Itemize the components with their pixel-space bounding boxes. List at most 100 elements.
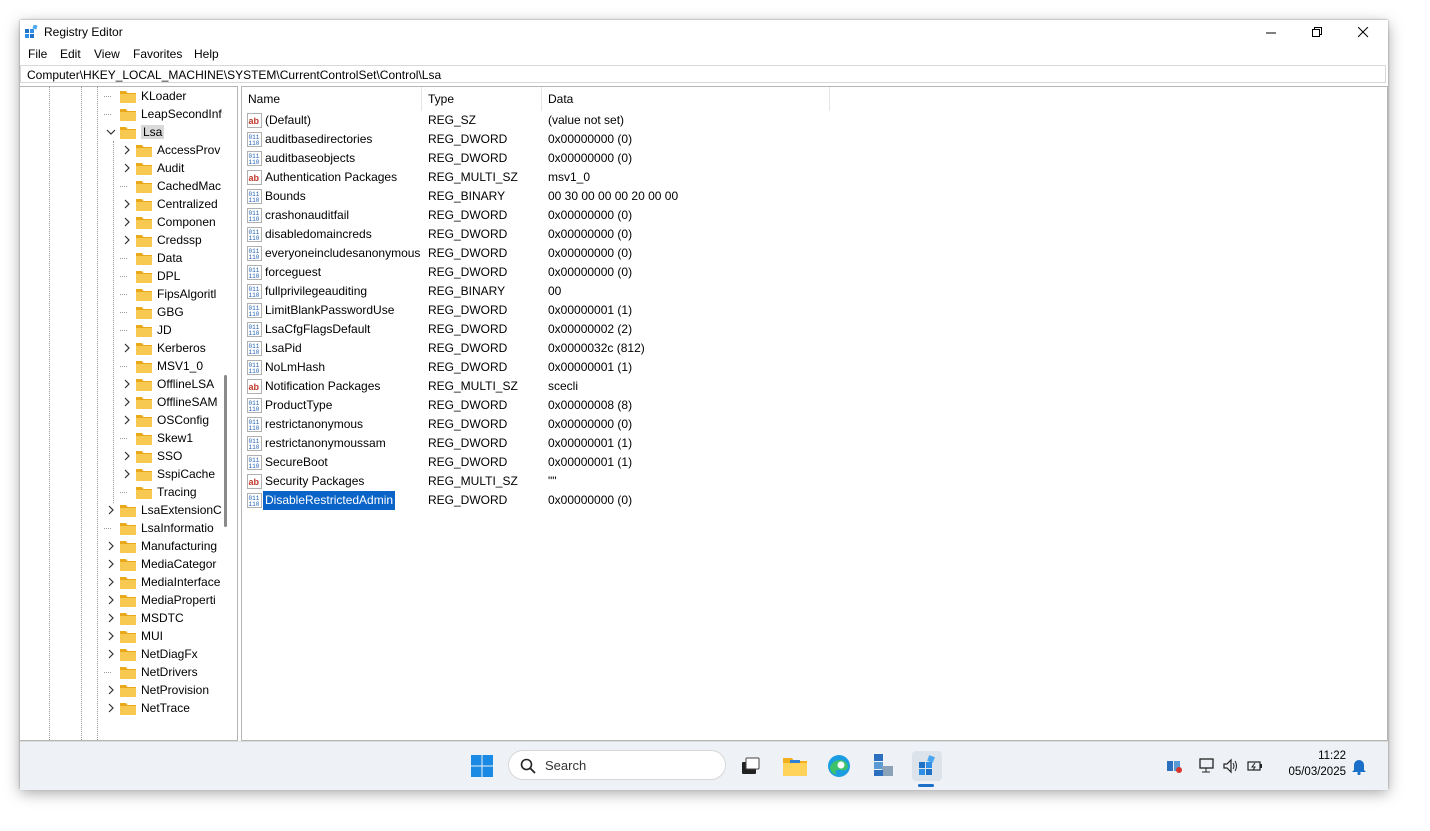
key-tree[interactable]: KLoader LeapSecondInf Lsa AccessProv Audit Ca… [20,86,238,741]
value-row[interactable]: 011 110 ProductType REG_DWORD 0x00000008 (8) [242,396,1382,415]
network-icon[interactable] [1196,751,1218,781]
close-button[interactable] [1340,20,1386,44]
edge-icon[interactable] [824,751,854,781]
tree-item-lsaextensionc[interactable]: LsaExtensionC [120,501,222,519]
value-row[interactable]: 011 110 everyoneincludesanonymous REG_DWORD… [242,244,1382,263]
tree-item-dpl[interactable]: DPL [136,267,180,285]
menu-file[interactable]: File [28,47,47,61]
tree-item-osconfig[interactable]: OSConfig [136,411,209,429]
chevron-right-icon[interactable] [106,577,116,587]
value-row[interactable]: ab Notification Packages REG_MULTI_SZ scecl… [242,377,1382,396]
menu-favorites[interactable]: Favorites [133,47,182,61]
chevron-right-icon[interactable] [122,397,132,407]
file-explorer-icon[interactable] [780,751,810,781]
taskbar-search-box[interactable]: Search [508,750,726,780]
column-header-data[interactable]: Data [542,87,830,111]
tree-item-cachedmac[interactable]: CachedMac [136,177,221,195]
tree-item-accessprov[interactable]: AccessProv [136,141,220,159]
tree-item-mui[interactable]: MUI [120,627,163,645]
value-row[interactable]: ab Security Packages REG_MULTI_SZ "" [242,472,1382,491]
minimize-button[interactable] [1248,20,1294,44]
value-row[interactable]: 011 110 Bounds REG_BINARY 00 30 00 00 00 20 … [242,187,1382,206]
chevron-right-icon[interactable] [106,631,116,641]
value-row[interactable]: 011 110 auditbasedirectories REG_DWORD 0x000… [242,130,1382,149]
value-row[interactable]: 011 110 DisableRestrictedAdmin REG_DWORD 0x0… [242,491,1382,510]
values-list[interactable]: Name Type Data ab (Default) REG_SZ (value n… [241,86,1388,741]
tree-item-netdiagfx[interactable]: NetDiagFx [120,645,198,663]
tree-item-lsa[interactable]: Lsa [120,123,165,141]
chevron-right-icon[interactable] [122,469,132,479]
chevron-right-icon[interactable] [106,703,116,713]
tree-vertical-scrollbar[interactable] [224,375,227,527]
value-row[interactable]: 011 110 auditbaseobjects REG_DWORD 0x0000000… [242,149,1382,168]
volume-icon[interactable] [1220,751,1242,781]
notification-bell-icon[interactable] [1348,751,1370,781]
tree-item-mediacategor[interactable]: MediaCategor [120,555,216,573]
chevron-right-icon[interactable] [122,415,132,425]
tree-item-jd[interactable]: JD [136,321,172,339]
tree-item-fipsalgoritl[interactable]: FipsAlgoritl [136,285,216,303]
chevron-right-icon[interactable] [122,199,132,209]
tree-item-nettrace[interactable]: NetTrace [120,699,190,717]
value-row[interactable]: 011 110 NoLmHash REG_DWORD 0x00000001 (1) [242,358,1382,377]
value-row[interactable]: 011 110 disabledomaincreds REG_DWORD 0x00000… [242,225,1382,244]
tree-item-kloader[interactable]: KLoader [120,87,186,105]
menu-help[interactable]: Help [194,47,219,61]
tree-item-kerberos[interactable]: Kerberos [136,339,206,357]
value-row[interactable]: 011 110 restrictanonymous REG_DWORD 0x000000… [242,415,1382,434]
title-bar[interactable]: Registry Editor [20,20,1388,44]
registry-editor-taskbar-icon[interactable] [912,751,942,781]
tree-item-componen[interactable]: Componen [136,213,216,231]
tree-item-sso[interactable]: SSO [136,447,182,465]
tree-item-centralized[interactable]: Centralized [136,195,218,213]
tree-item-lsainformatio[interactable]: LsaInformatio [120,519,214,537]
tree-item-audit[interactable]: Audit [136,159,184,177]
chevron-right-icon[interactable] [106,595,116,605]
tree-item-netdrivers[interactable]: NetDrivers [120,663,198,681]
value-row[interactable]: ab (Default) REG_SZ (value not set) [242,111,1382,130]
chevron-right-icon[interactable] [106,541,116,551]
value-row[interactable]: 011 110 LimitBlankPasswordUse REG_DWORD 0x00… [242,301,1382,320]
chevron-right-icon[interactable] [122,217,132,227]
tree-item-offlinelsa[interactable]: OfflineLSA [136,375,214,393]
value-row[interactable]: 011 110 fullprivilegeauditing REG_BINARY 00 [242,282,1382,301]
tree-item-data[interactable]: Data [136,249,182,267]
value-row[interactable]: 011 110 LsaPid REG_DWORD 0x0000032c (812) [242,339,1382,358]
tree-item-netprovision[interactable]: NetProvision [120,681,209,699]
chevron-right-icon[interactable] [122,163,132,173]
address-bar[interactable]: Computer\HKEY_LOCAL_MACHINE\SYSTEM\Curre… [20,65,1386,83]
chevron-right-icon[interactable] [106,505,116,515]
tree-item-credssp[interactable]: Credssp [136,231,202,249]
chevron-right-icon[interactable] [106,613,116,623]
chevron-right-icon[interactable] [106,685,116,695]
tree-item-mediainterface[interactable]: MediaInterface [120,573,220,591]
tree-item-skew1[interactable]: Skew1 [136,429,193,447]
tray-app-icon[interactable] [1164,751,1186,781]
tree-item-tracing[interactable]: Tracing [136,483,197,501]
value-row[interactable]: ab Authentication Packages REG_MULTI_SZ msv… [242,168,1382,187]
tree-item-msdtc[interactable]: MSDTC [120,609,184,627]
chevron-right-icon[interactable] [122,145,132,155]
restore-button[interactable] [1294,20,1340,44]
tree-item-leapsecondinf[interactable]: LeapSecondInf [120,105,222,123]
value-row[interactable]: 011 110 crashonauditfail REG_DWORD 0x0000000… [242,206,1382,225]
value-row[interactable]: 011 110 SecureBoot REG_DWORD 0x00000001 (1) [242,453,1382,472]
clock-date[interactable]: 05/03/2025 [1276,766,1346,778]
menu-view[interactable]: View [94,47,120,61]
value-row[interactable]: 011 110 restrictanonymoussam REG_DWORD 0x000… [242,434,1382,453]
task-view-icon[interactable] [735,751,765,781]
tree-item-msv1-0[interactable]: MSV1_0 [136,357,203,375]
column-header-type[interactable]: Type [422,87,542,111]
tree-item-offlinesam[interactable]: OfflineSAM [136,393,217,411]
windows-start-icon[interactable] [467,751,497,781]
chevron-right-icon[interactable] [122,343,132,353]
column-header-name[interactable]: Name [242,87,422,111]
battery-icon[interactable] [1244,751,1266,781]
value-row[interactable]: 011 110 LsaCfgFlagsDefault REG_DWORD 0x00000… [242,320,1382,339]
chevron-down-icon[interactable] [106,127,116,137]
tree-item-mediaproperti[interactable]: MediaProperti [120,591,216,609]
tree-item-manufacturing[interactable]: Manufacturing [120,537,217,555]
menu-edit[interactable]: Edit [60,47,81,61]
chevron-right-icon[interactable] [122,235,132,245]
chevron-right-icon[interactable] [122,379,132,389]
